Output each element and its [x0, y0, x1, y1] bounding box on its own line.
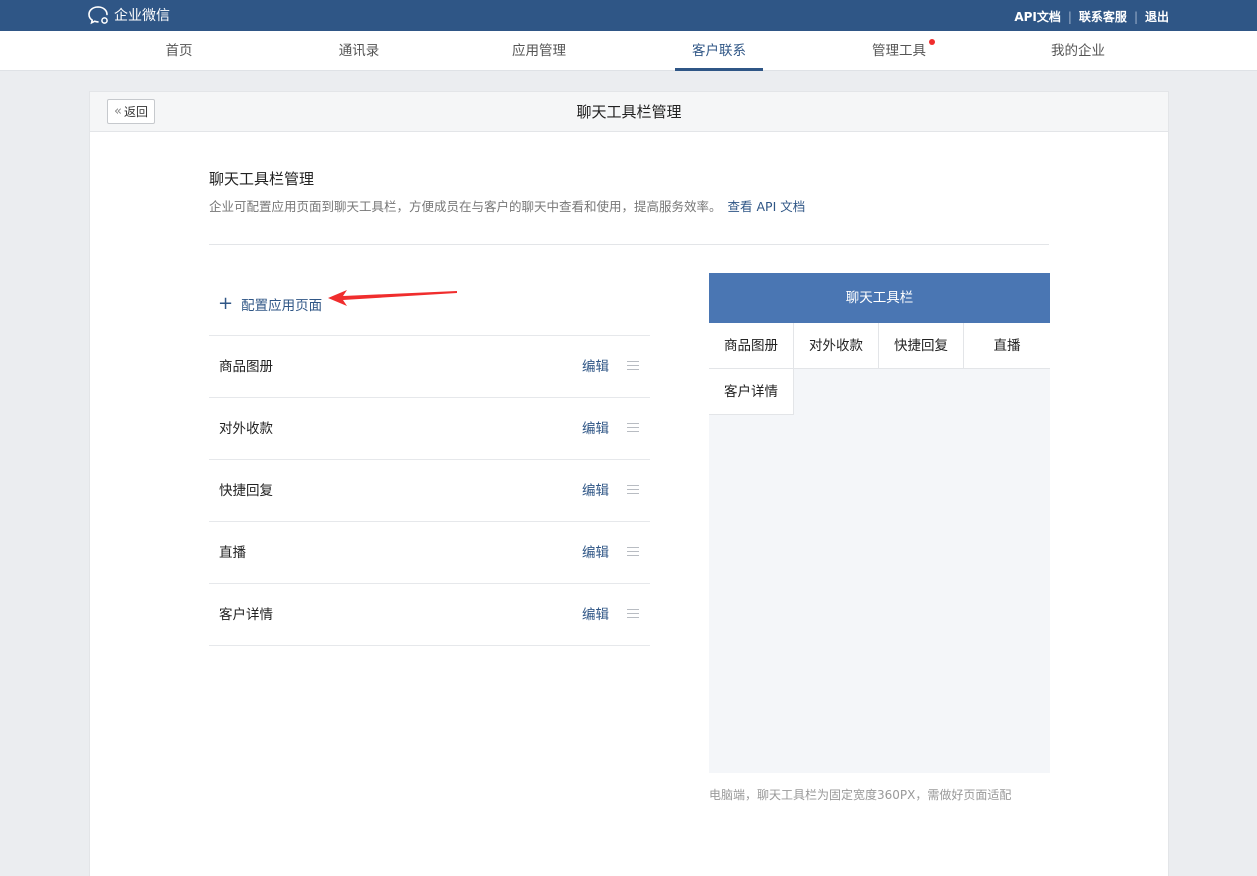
app-page-list: 商品图册 编辑 对外收款 编辑 快捷回复 编辑 直播 编辑 客户详情 编辑 [209, 335, 650, 646]
list-item-name: 直播 [219, 545, 246, 561]
list-item-name: 商品图册 [219, 359, 273, 375]
top-bar: 企业微信 API文档 | 联系客服 | 退出 [0, 0, 1257, 31]
contact-support-link[interactable]: 联系客服 [1079, 8, 1127, 25]
section-title: 聊天工具栏管理 [209, 170, 315, 188]
divider [209, 244, 1049, 245]
edit-link[interactable]: 编辑 [582, 584, 609, 646]
page-title: 聊天工具栏管理 [576, 103, 682, 121]
wework-logo-icon [88, 6, 108, 25]
add-app-page-label: 配置应用页面 [241, 298, 323, 314]
nav-management-tools[interactable]: 管理工具 [849, 31, 949, 71]
logout-link[interactable]: 退出 [1145, 8, 1169, 25]
list-item: 客户详情 编辑 [209, 584, 650, 646]
list-item-name: 对外收款 [219, 421, 273, 437]
preview-note: 电脑端，聊天工具栏为固定宽度360PX，需做好页面适配 [709, 788, 1012, 802]
preview-header: 聊天工具栏 [709, 273, 1050, 323]
add-app-page-button[interactable]: + 配置应用页面 [218, 293, 323, 315]
edit-link[interactable]: 编辑 [582, 336, 609, 398]
preview-tab[interactable]: 快捷回复 [879, 323, 964, 369]
edit-link[interactable]: 编辑 [582, 522, 609, 584]
drag-handle-icon[interactable] [627, 361, 639, 371]
nav-customer-contact[interactable]: 客户联系 [669, 31, 769, 71]
api-docs-inline-link[interactable]: 查看 API 文档 [728, 199, 806, 214]
nav-app-management[interactable]: 应用管理 [489, 31, 589, 71]
preview-tab[interactable]: 商品图册 [709, 323, 794, 369]
list-item: 商品图册 编辑 [209, 336, 650, 398]
edit-link[interactable]: 编辑 [582, 460, 609, 522]
nav-management-tools-label: 管理工具 [872, 43, 926, 59]
card-header: 聊天工具栏管理 « 返回 [90, 92, 1168, 132]
preview-tabs: 商品图册 对外收款 快捷回复 直播 客户详情 [709, 323, 1050, 415]
content-card: 聊天工具栏管理 « 返回 聊天工具栏管理 企业可配置应用页面到聊天工具栏，方便成… [89, 91, 1169, 876]
list-item-name: 快捷回复 [219, 483, 273, 499]
preview-tab[interactable]: 对外收款 [794, 323, 879, 369]
edit-link[interactable]: 编辑 [582, 398, 609, 460]
link-separator: | [1067, 9, 1072, 24]
main-nav: 首页 通讯录 应用管理 客户联系 管理工具 我的企业 [0, 31, 1257, 71]
plus-icon: + [218, 293, 234, 314]
api-docs-link[interactable]: API文档 [1014, 8, 1061, 25]
list-item: 直播 编辑 [209, 522, 650, 584]
double-chevron-left-icon: « [114, 104, 122, 119]
back-button[interactable]: « 返回 [107, 99, 155, 124]
link-separator: | [1133, 9, 1138, 24]
toolbar-preview: 聊天工具栏 商品图册 对外收款 快捷回复 直播 客户详情 [709, 273, 1050, 773]
top-links: API文档 | 联系客服 | 退出 [1014, 8, 1169, 25]
annotation-arrow-icon [328, 290, 457, 306]
drag-handle-icon[interactable] [627, 485, 639, 495]
list-item: 快捷回复 编辑 [209, 460, 650, 522]
preview-tab[interactable]: 直播 [964, 323, 1050, 369]
notification-dot [929, 39, 935, 45]
nav-contacts[interactable]: 通讯录 [309, 31, 409, 71]
list-item: 对外收款 编辑 [209, 398, 650, 460]
nav-home[interactable]: 首页 [129, 31, 229, 71]
drag-handle-icon[interactable] [627, 609, 639, 619]
back-label: 返回 [123, 105, 148, 119]
section-description-text: 企业可配置应用页面到聊天工具栏，方便成员在与客户的聊天中查看和使用，提高服务效率… [209, 199, 722, 214]
logo[interactable]: 企业微信 [88, 5, 170, 25]
drag-handle-icon[interactable] [627, 423, 639, 433]
section-description: 企业可配置应用页面到聊天工具栏，方便成员在与客户的聊天中查看和使用，提高服务效率… [209, 196, 805, 215]
preview-tab[interactable]: 客户详情 [709, 369, 794, 415]
logo-text: 企业微信 [114, 8, 170, 24]
nav-my-company[interactable]: 我的企业 [1028, 31, 1128, 71]
drag-handle-icon[interactable] [627, 547, 639, 557]
list-item-name: 客户详情 [219, 607, 273, 623]
